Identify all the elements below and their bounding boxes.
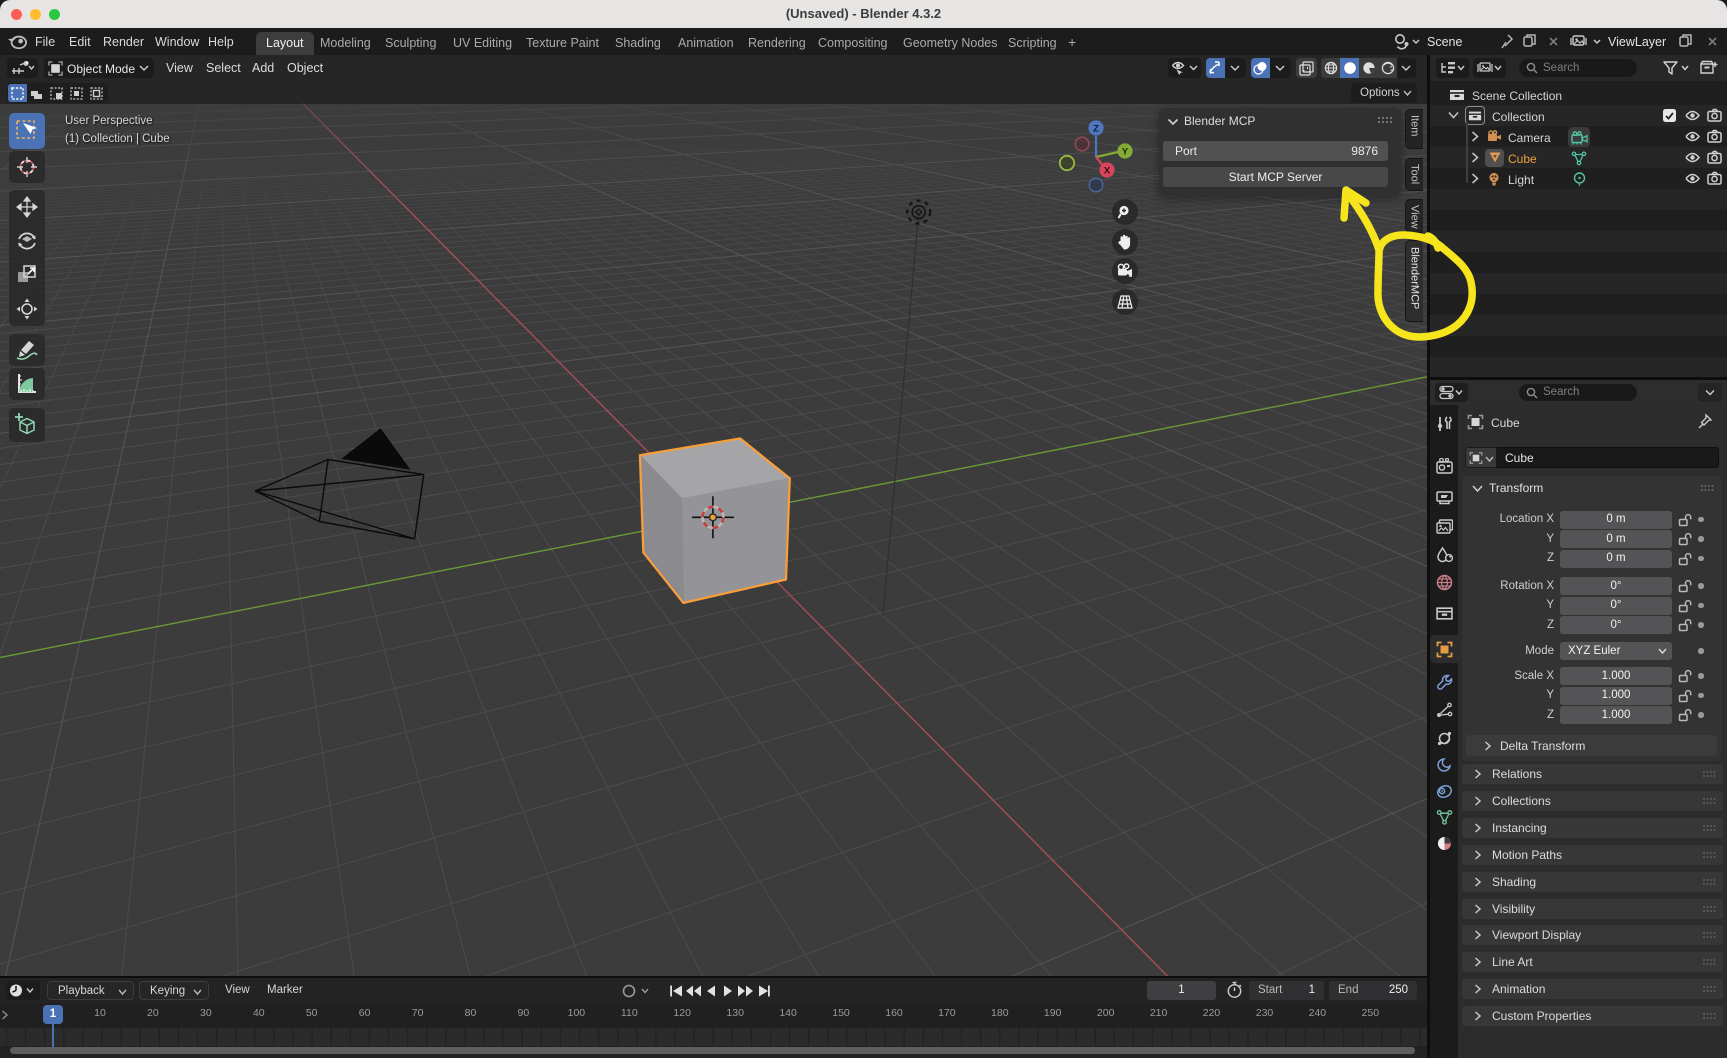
- svg-text:X: X: [1104, 166, 1111, 177]
- svg-text:Z: Z: [1093, 124, 1099, 135]
- svg-text:Y: Y: [1122, 147, 1129, 158]
